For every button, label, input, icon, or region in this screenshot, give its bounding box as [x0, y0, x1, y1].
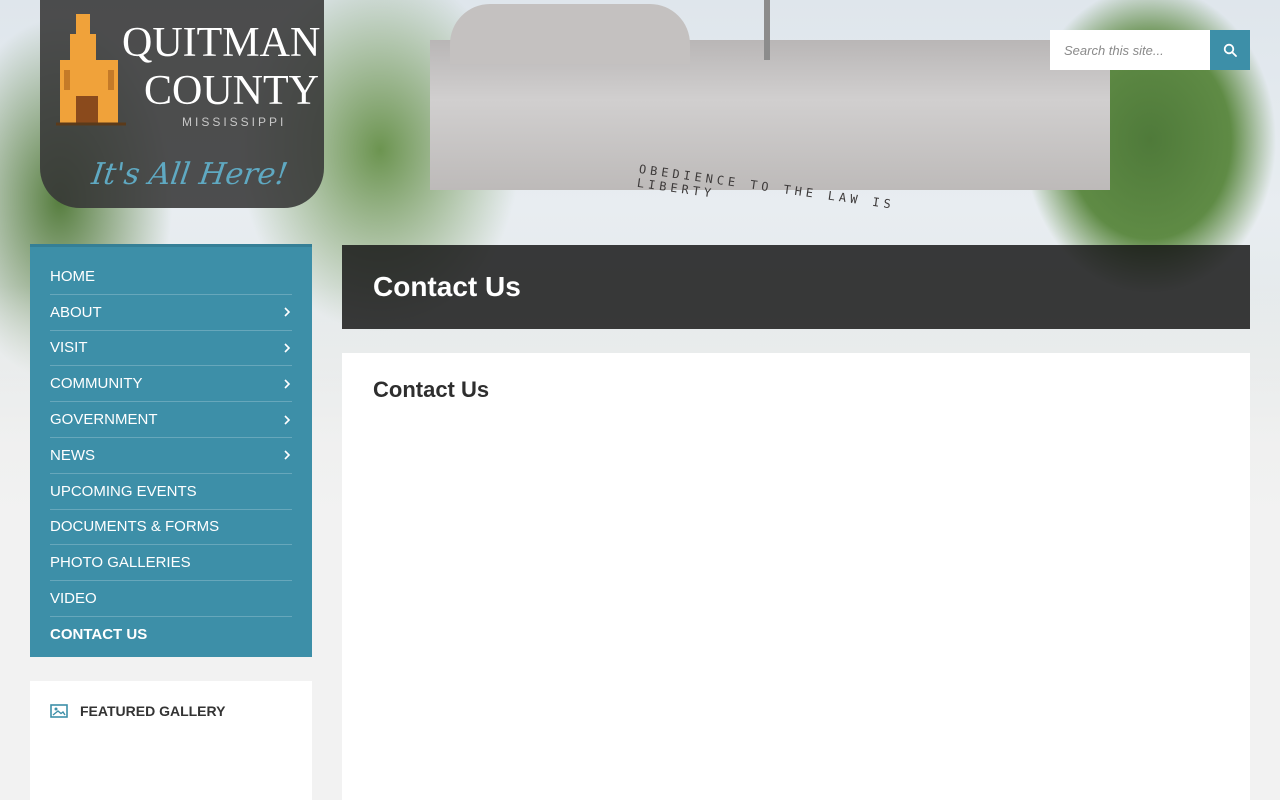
sidebar-item-label: PHOTO GALLERIES [50, 554, 191, 572]
chevron-right-icon [284, 415, 291, 425]
logo-title-county: COUNTY [144, 68, 319, 114]
search-icon [1223, 43, 1237, 57]
sidebar-item-label: ABOUT [50, 303, 102, 321]
sidebar-item-community[interactable]: COMMUNITY [50, 366, 292, 403]
image-icon [50, 704, 68, 718]
site-search [1050, 30, 1250, 70]
logo-title-quitman: QUITMAN [122, 20, 321, 66]
sidebar-item-label: VISIT [50, 339, 88, 357]
chevron-right-icon [284, 379, 291, 389]
sidebar-item-label: HOME [50, 267, 95, 285]
sidebar-item-government[interactable]: GOVERNMENT [50, 402, 292, 438]
sidebar-item-news[interactable]: NEWS [50, 438, 292, 474]
sidebar-item-label: GOVERNMENT [50, 411, 158, 429]
page-title: Contact Us [373, 271, 521, 302]
sidebar-item-label: NEWS [50, 446, 95, 464]
sidebar-item-home[interactable]: HOME [50, 259, 292, 295]
sidebar-item-contact-us[interactable]: CONTACT US [50, 617, 292, 653]
logo-state: MISSISSIPPI [182, 115, 287, 129]
sidebar-item-label: DOCUMENTS & FORMS [50, 518, 220, 536]
sidebar-item-label: COMMUNITY [50, 375, 143, 393]
sidebar-item-photo-galleries[interactable]: PHOTO GALLERIES [50, 545, 292, 582]
content-heading: Contact Us [373, 377, 490, 402]
courthouse-dome [450, 4, 690, 64]
featured-gallery: FEATURED GALLERY [30, 681, 312, 800]
antenna-mast [764, 0, 770, 60]
search-button[interactable] [1210, 30, 1250, 70]
site-logo[interactable]: QUITMAN COUNTY MISSISSIPPI It's All Here… [40, 0, 324, 208]
featured-gallery-header: FEATURED GALLERY [30, 681, 312, 741]
chevron-right-icon [284, 307, 291, 317]
logo-tagline: It's All Here! [89, 157, 291, 192]
sidebar-item-visit[interactable]: VISIT [50, 331, 292, 367]
nav-list: HOME ABOUT VISIT COMMUNITY GOVERNMENT NEWS UPC… [50, 247, 292, 653]
chevron-right-icon [284, 343, 291, 353]
sidebar-item-video[interactable]: VIDEO [50, 581, 292, 617]
sidebar-item-label: CONTACT US [50, 626, 148, 644]
search-input[interactable] [1050, 30, 1210, 70]
featured-gallery-heading: FEATURED GALLERY [80, 703, 226, 719]
grain-elevator-icon [56, 14, 126, 126]
sidebar-item-upcoming-events[interactable]: UPCOMING EVENTS [50, 474, 292, 510]
chevron-right-icon [284, 450, 291, 460]
sidebar-item-label: UPCOMING EVENTS [50, 482, 197, 500]
main-content: Contact Us [342, 353, 1250, 800]
sidebar-item-label: VIDEO [50, 590, 97, 608]
sidebar-item-about[interactable]: ABOUT [50, 295, 292, 331]
page-title-bar: Contact Us [342, 245, 1250, 329]
sidebar-nav: HOME ABOUT VISIT COMMUNITY GOVERNMENT NEWS UPC… [30, 244, 312, 657]
sidebar-item-documents-forms[interactable]: DOCUMENTS & FORMS [50, 510, 292, 546]
